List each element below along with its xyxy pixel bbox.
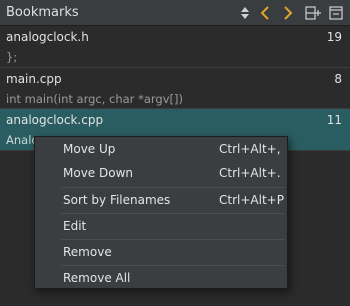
menu-item-edit[interactable]: Edit — [35, 214, 287, 238]
close-panel-icon[interactable] — [327, 4, 345, 22]
menu-item-label: Edit — [63, 219, 87, 233]
bookmark-item[interactable]: main.cpp 8 int main(int argc, char *argv… — [0, 68, 350, 109]
previous-chevron-icon[interactable] — [256, 4, 274, 22]
split-add-icon[interactable] — [304, 4, 322, 22]
bookmark-file: analogclock.cpp — [6, 113, 104, 127]
bookmark-line: 19 — [326, 30, 342, 44]
menu-item-remove[interactable]: Remove — [35, 240, 287, 264]
bookmark-file: analogclock.h — [6, 30, 89, 44]
bookmark-file: main.cpp — [6, 72, 62, 86]
menu-item-move-down[interactable]: Move Down Ctrl+Alt+. — [35, 161, 287, 185]
context-menu: Move Up Ctrl+Alt+, Move Down Ctrl+Alt+. … — [34, 136, 288, 289]
menu-item-label: Remove — [63, 245, 112, 259]
bookmark-snippet: int main(int argc, char *argv[]) — [6, 92, 183, 106]
menu-item-move-up[interactable]: Move Up Ctrl+Alt+, — [35, 137, 287, 161]
bookmarks-toolbar: Bookmarks — [0, 0, 350, 26]
bookmark-snippet: }; — [6, 50, 18, 64]
bookmark-item[interactable]: analogclock.h 19 }; — [0, 26, 350, 68]
next-chevron-icon[interactable] — [279, 4, 297, 22]
menu-item-label: Remove All — [63, 271, 131, 285]
menu-item-shortcut: Ctrl+Alt+P — [219, 193, 284, 207]
bookmark-line: 8 — [334, 72, 342, 86]
menu-item-label: Move Up — [63, 142, 116, 156]
panel-title: Bookmarks — [6, 5, 79, 20]
menu-item-remove-all[interactable]: Remove All — [35, 266, 287, 290]
sort-arrows-icon[interactable] — [236, 4, 254, 22]
bookmark-line: 11 — [326, 113, 342, 127]
menu-item-shortcut: Ctrl+Alt+, — [219, 142, 281, 156]
menu-item-label: Move Down — [63, 166, 133, 180]
menu-item-shortcut: Ctrl+Alt+. — [219, 166, 281, 180]
menu-item-label: Sort by Filenames — [63, 193, 171, 207]
menu-item-sort-by-filenames[interactable]: Sort by Filenames Ctrl+Alt+P — [35, 188, 287, 212]
